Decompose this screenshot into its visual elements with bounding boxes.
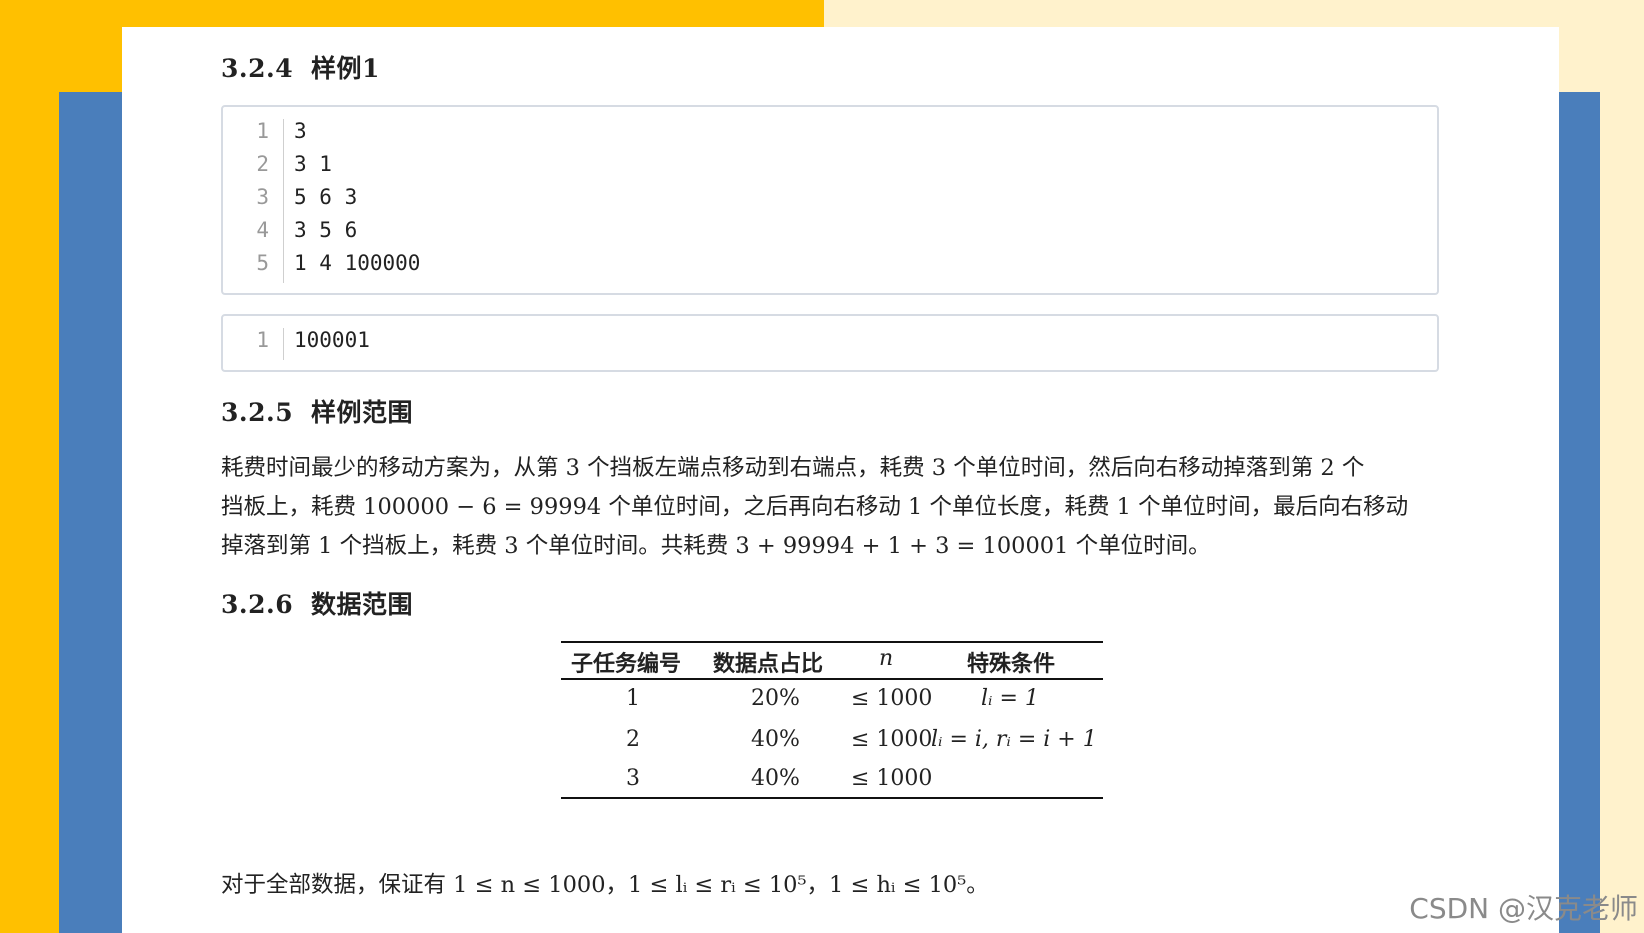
line-number: 4 [256, 218, 269, 242]
code-line: 4 3 5 6 [223, 218, 1437, 252]
code-text: 100001 [294, 328, 370, 352]
sample-input-code-block[interactable]: 1 3 2 3 1 3 5 6 3 4 3 5 6 5 1 4 100000 [221, 105, 1439, 295]
table-cell: lᵢ = 1 [981, 686, 1039, 711]
paragraph-line: 掉落到第 1 个挡板上，耗费 3 个单位时间。共耗费 3 + 99994 + 1… [221, 533, 1211, 559]
table-cell: 2 [626, 727, 640, 752]
table-header-subtask: 子任务编号 [571, 652, 682, 677]
paragraph-line: 耗费时间最少的移动方案为，从第 3 个挡板左端点移动到右端点，耗费 3 个单位时… [221, 455, 1365, 481]
line-number: 1 [256, 328, 269, 352]
table-header-condition: 特殊条件 [967, 652, 1056, 677]
explanation-paragraph: 耗费时间最少的移动方案为，从第 3 个挡板左端点移动到右端点，耗费 3 个单位时… [221, 449, 1481, 566]
background-blue-right [1559, 92, 1600, 933]
code-line: 2 3 1 [223, 152, 1437, 186]
code-text: 1 4 100000 [294, 251, 421, 275]
table-header-rule [561, 678, 1103, 680]
code-line: 1 3 [223, 119, 1437, 153]
code-text: 3 [294, 119, 307, 143]
table-cell: ≤ 1000 [851, 727, 933, 752]
table-header-n: n [879, 646, 894, 671]
heading-title: 数据范围 [311, 590, 414, 619]
table-cell: 1 [626, 686, 640, 711]
document-page: 3.2.4 样例1 1 3 2 3 1 3 5 6 3 4 3 5 6 5 1 [122, 27, 1559, 933]
heading-title: 样例1 [311, 54, 380, 83]
paragraph-line: 挡板上，耗费 100000 − 6 = 99994 个单位时间，之后再向右移动 … [221, 494, 1409, 520]
table-cell: 3 [626, 766, 640, 791]
code-text: 3 1 [294, 152, 332, 176]
code-text: 3 5 6 [294, 218, 358, 242]
table-top-rule [561, 641, 1103, 643]
background-blue-left [59, 92, 122, 933]
heading-3-2-4: 3.2.4 样例1 [221, 49, 380, 85]
csdn-watermark: CSDN @汉克老师 [1409, 892, 1638, 925]
table-header-ratio: 数据点占比 [713, 652, 824, 677]
data-guarantee-text: 对于全部数据，保证有 1 ≤ n ≤ 1000，1 ≤ lᵢ ≤ rᵢ ≤ 10… [221, 872, 989, 898]
heading-number: 3.2.5 [221, 398, 294, 427]
line-number: 3 [256, 185, 269, 209]
line-number: 2 [256, 152, 269, 176]
table-cell: ≤ 1000 [851, 686, 933, 711]
heading-number: 3.2.6 [221, 590, 294, 619]
table-bottom-rule [561, 797, 1103, 799]
code-line: 5 1 4 100000 [223, 251, 1437, 285]
code-line: 1 100001 [223, 328, 1437, 362]
table-cell: 20% [751, 686, 800, 711]
heading-title: 样例范围 [311, 398, 414, 427]
code-line: 3 5 6 3 [223, 185, 1437, 219]
table-cell: 40% [751, 766, 800, 791]
table-cell: lᵢ = i, rᵢ = i + 1 [931, 727, 1097, 752]
table-cell: 40% [751, 727, 800, 752]
code-text: 5 6 3 [294, 185, 358, 209]
heading-number: 3.2.4 [221, 54, 294, 83]
line-number: 1 [256, 119, 269, 143]
heading-3-2-5: 3.2.5 样例范围 [221, 393, 413, 429]
line-number: 5 [256, 251, 269, 275]
table-cell: ≤ 1000 [851, 766, 933, 791]
sample-output-code-block[interactable]: 1 100001 [221, 314, 1439, 372]
heading-3-2-6: 3.2.6 数据范围 [221, 585, 413, 621]
